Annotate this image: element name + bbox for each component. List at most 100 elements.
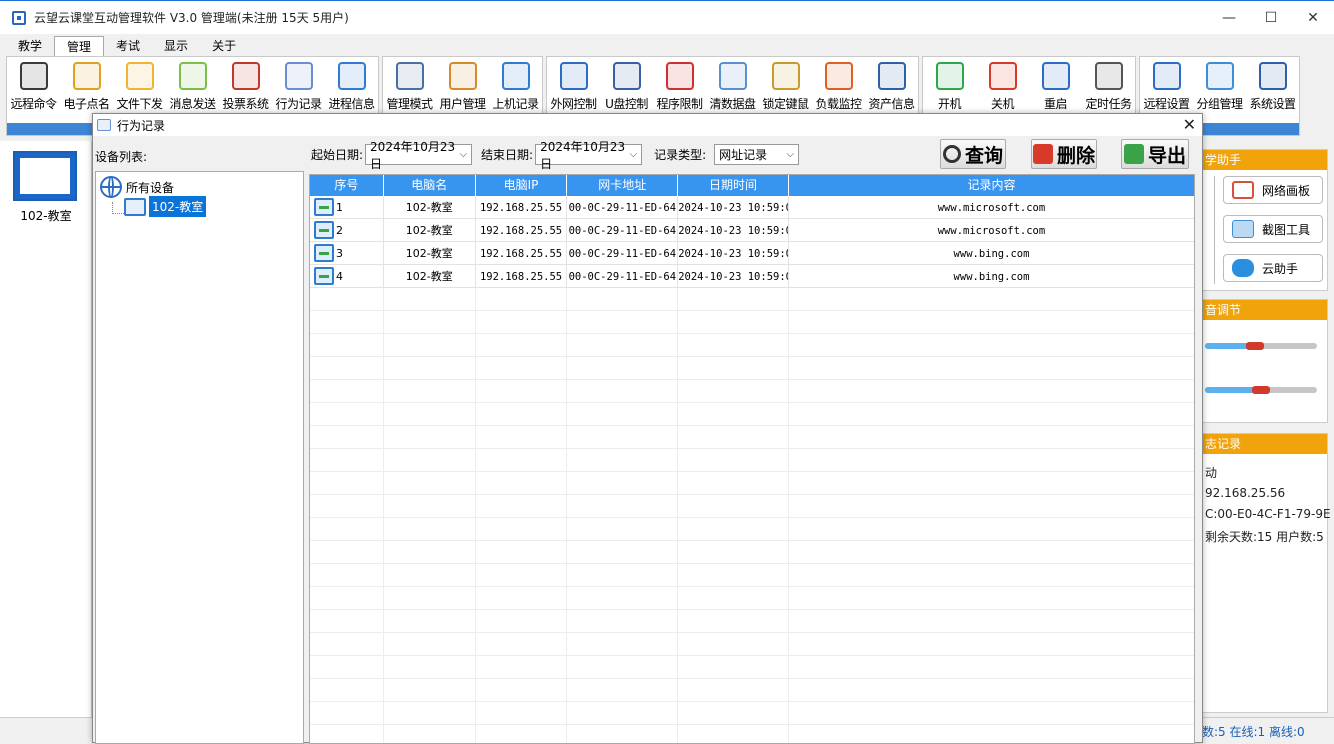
end-date-picker[interactable]: 2024年10月23日 ⌵	[535, 140, 643, 171]
records-table: 序号 电脑名 电脑IP 网卡地址 日期时间 记录内容 1 102-教室 192.16…	[309, 174, 1195, 744]
log-line-1: 动	[1205, 466, 1218, 480]
cell-content: www.bing.com	[789, 242, 1194, 264]
maximize-button[interactable]: ☐	[1250, 1, 1292, 34]
empty-table-row	[310, 334, 1194, 357]
col-header-mac[interactable]: 网卡地址	[567, 175, 679, 196]
volume-slider-2[interactable]	[1205, 386, 1317, 394]
assistant-panel: 学助手 网络画板 截图工具 云助手	[1200, 149, 1328, 291]
ribbon-button-label: 资产信息	[868, 97, 915, 111]
record-type-label: 记录类型:	[654, 148, 707, 162]
delete-button[interactable]: 删除	[1031, 139, 1097, 169]
cell-index: 3	[310, 242, 384, 264]
cell-mac: 00-0C-29-11-ED-64	[567, 219, 679, 241]
whiteboard-button[interactable]: 网络画板	[1223, 176, 1323, 204]
table-row[interactable]: 2 102-教室 192.168.25.55 00-0C-29-11-ED-64 202…	[310, 219, 1194, 242]
ribbon-button-label: 定时任务	[1085, 97, 1132, 111]
table-row[interactable]: 1 102-教室 192.168.25.55 00-0C-29-11-ED-64 202…	[310, 196, 1194, 219]
device-list-label: 设备列表:	[95, 150, 148, 164]
empty-table-row	[310, 518, 1194, 541]
cell-content-value: www.bing.com	[953, 248, 1030, 260]
tree-child-label: 102-教室	[149, 196, 207, 217]
col-header-pc-ip[interactable]: 电脑IP	[476, 175, 568, 196]
empty-table-row	[310, 587, 1194, 610]
search-icon	[942, 145, 961, 163]
power-off-icon	[988, 62, 1017, 90]
menu-teaching[interactable]: 教学	[6, 36, 54, 56]
query-button[interactable]: 查询	[940, 139, 1006, 169]
cell-mac: 00-0C-29-11-ED-64	[567, 196, 679, 218]
behavior-log-icon	[97, 119, 111, 131]
program-block-icon	[665, 62, 694, 90]
empty-table-row	[310, 541, 1194, 564]
cell-pc-ip-value: 192.168.25.55	[479, 202, 563, 214]
volume-panel: 音调节	[1200, 299, 1328, 423]
cloud-assistant-button[interactable]: 云助手	[1223, 254, 1323, 282]
cell-mac-value: 00-0C-29-11-ED-64	[568, 225, 677, 237]
ribbon-button-label: 外网控制	[550, 97, 597, 111]
ribbon-button-label: 分组管理	[1196, 97, 1243, 111]
ribbon-button-system-settings[interactable]: 系统设置	[1246, 57, 1299, 123]
dialog-close-button[interactable]: ✕	[1183, 115, 1196, 134]
record-type-select[interactable]: 网址记录 ⌵	[714, 144, 800, 165]
device-thumbnail-panel: 102-教室	[0, 141, 92, 744]
menu-about[interactable]: 关于	[200, 36, 248, 56]
empty-table-row	[310, 380, 1194, 403]
end-date-value: 2024年10月23日	[540, 139, 626, 171]
empty-table-row	[310, 495, 1194, 518]
cell-content-value: www.microsoft.com	[937, 225, 1046, 237]
cell-datetime-value: 2024-10-23 10:59:03	[678, 225, 789, 237]
col-header-content[interactable]: 记录内容	[789, 175, 1194, 196]
device-thumbnail[interactable]	[13, 151, 77, 201]
volume-panel-title: 音调节	[1201, 300, 1327, 320]
table-row[interactable]: 4 102-教室 192.168.25.55 00-0C-29-11-ED-64 202…	[310, 265, 1194, 288]
menu-display[interactable]: 显示	[152, 36, 200, 56]
cell-content-value: www.microsoft.com	[937, 202, 1046, 214]
log-line-2: 92.168.25.56	[1205, 486, 1286, 500]
tree-node-102-classroom[interactable]: 102-教室	[124, 196, 207, 217]
computer-icon	[124, 197, 146, 216]
device-tree[interactable]: 所有设备 102-教室	[95, 171, 304, 744]
menu-management[interactable]: 管理	[54, 36, 105, 56]
login-record-icon	[501, 62, 530, 90]
ribbon-button-label: U盘控制	[605, 97, 648, 111]
tree-node-all-devices[interactable]: 所有设备	[100, 176, 174, 198]
cell-mac-value: 00-0C-29-11-ED-64	[568, 271, 677, 283]
menu-exam[interactable]: 考试	[104, 36, 152, 56]
log-panel-title: 志记录	[1201, 434, 1327, 454]
empty-table-row	[310, 633, 1194, 656]
volume-slider-1[interactable]	[1205, 342, 1317, 350]
dialog-title-bar: 行为记录 ✕	[93, 114, 1202, 136]
close-window-button[interactable]: ✕	[1292, 1, 1334, 34]
start-date-value: 2024年10月23日	[370, 139, 456, 171]
load-pie-icon	[824, 62, 853, 90]
ribbon-button-label: 行为记录	[275, 97, 322, 111]
message-icon	[178, 62, 207, 90]
col-header-datetime[interactable]: 日期时间	[678, 175, 789, 196]
dialog-title: 行为记录	[117, 118, 166, 133]
col-header-index[interactable]: 序号	[310, 175, 384, 196]
globe-icon	[100, 176, 122, 198]
export-button[interactable]: 导出	[1121, 139, 1189, 169]
minimize-button[interactable]: —	[1208, 1, 1250, 34]
behavior-log-icon	[284, 62, 313, 90]
table-row[interactable]: 3 102-教室 192.168.25.55 00-0C-29-11-ED-64 202…	[310, 242, 1194, 265]
vote-chart-icon	[231, 62, 260, 90]
empty-table-row	[310, 725, 1194, 743]
ribbon-button-label: 远程命令	[10, 97, 57, 111]
right-side-panel: 学助手 网络画板 截图工具 云助手 音调节 志记录 动 92.168.25.56…	[1200, 141, 1334, 744]
empty-table-row	[310, 403, 1194, 426]
computer-icon	[314, 221, 334, 239]
volume-slider-1-knob[interactable]	[1246, 342, 1265, 350]
table-body: 1 102-教室 192.168.25.55 00-0C-29-11-ED-64 202…	[310, 196, 1194, 743]
screenshot-tool-button[interactable]: 截图工具	[1223, 215, 1323, 243]
end-date-label: 结束日期:	[481, 148, 534, 162]
volume-slider-2-knob[interactable]	[1252, 386, 1270, 394]
start-date-picker[interactable]: 2024年10月23日 ⌵	[365, 140, 473, 171]
cell-pc-name-value: 102-教室	[405, 270, 453, 283]
log-line-4: 剩余天数:15 用户数:5	[1205, 530, 1324, 544]
window-controls: — ☐ ✕	[1208, 1, 1334, 34]
computer-icon	[314, 244, 334, 262]
col-header-pc-name[interactable]: 电脑名	[384, 175, 476, 196]
cell-pc-ip-value: 192.168.25.55	[479, 248, 563, 260]
ribbon-button-terminal[interactable]: 远程命令	[7, 57, 60, 123]
